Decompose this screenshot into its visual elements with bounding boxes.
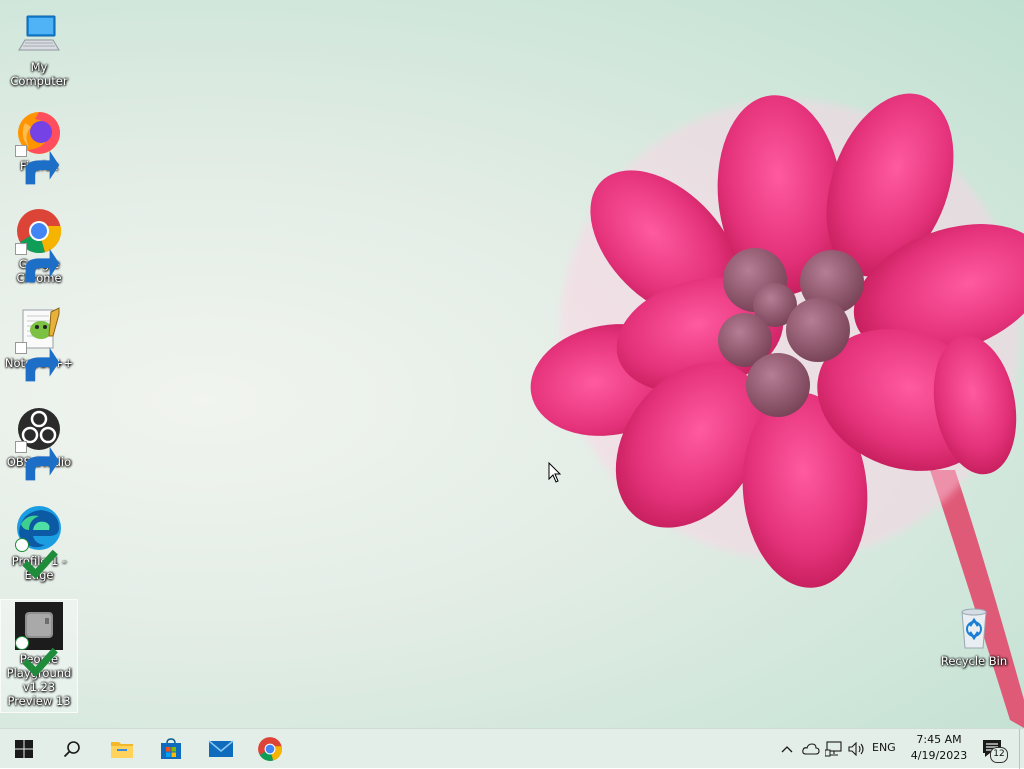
- shortcut-arrow-icon: [15, 145, 60, 185]
- shortcut-arrow-icon: [15, 243, 60, 283]
- notepad-plus-plus-icon: [15, 306, 63, 382]
- input-language-indicator[interactable]: ENG: [872, 741, 896, 754]
- show-desktop-button[interactable]: [1019, 729, 1024, 769]
- desktop-icon-notepad-plus-plus[interactable]: Notepad++: [1, 304, 77, 382]
- wallpaper-flower: [530, 93, 1024, 728]
- search-icon: [63, 741, 80, 758]
- taskbar-file-explorer[interactable]: [99, 729, 145, 769]
- taskbar-microsoft-store[interactable]: [148, 729, 194, 769]
- volume-icon: [848, 742, 864, 756]
- desktop[interactable]: My Computer Firefox: [0, 0, 1024, 728]
- recycle-bin-icon: [950, 604, 998, 652]
- show-hidden-icons-button[interactable]: [777, 739, 797, 759]
- desktop-icon-people-playground[interactable]: People Playground v1.23 Preview 13: [0, 599, 78, 713]
- my-computer-icon: [15, 10, 63, 58]
- chevron-up-icon: [781, 746, 793, 753]
- clock-date: 4/19/2023: [910, 749, 968, 762]
- onedrive-icon: [802, 743, 820, 755]
- desktop-icon-profile-1-edge[interactable]: Profile 1 - Edge: [1, 502, 77, 582]
- shortcut-arrow-icon: [15, 342, 60, 382]
- firefox-icon: [15, 109, 63, 185]
- desktop-icon-recycle-bin[interactable]: Recycle Bin: [936, 602, 1012, 668]
- volume-tray[interactable]: [847, 739, 867, 759]
- network-icon: [825, 741, 842, 757]
- taskbar-mail[interactable]: [198, 729, 244, 769]
- shortcut-arrow-icon: [15, 441, 60, 481]
- people-playground-icon: [15, 602, 63, 677]
- start-button[interactable]: [1, 729, 47, 769]
- chrome-icon: [258, 737, 283, 761]
- edge-icon: [15, 504, 63, 579]
- chrome-icon: [15, 207, 63, 283]
- obs-studio-icon: [15, 405, 63, 481]
- desktop-icon-obs-studio[interactable]: OBS Studio: [1, 403, 77, 481]
- desktop-icon-label: Recycle Bin: [940, 654, 1008, 668]
- taskbar-chrome[interactable]: [247, 729, 293, 769]
- clock-time: 7:45 AM: [916, 733, 962, 746]
- network-tray[interactable]: [824, 739, 844, 759]
- notification-count-badge: 12: [990, 747, 1008, 763]
- mouse-cursor-icon: [548, 462, 562, 483]
- clock[interactable]: 7:45 AM 4/19/2023: [906, 732, 972, 764]
- start-icon: [15, 740, 33, 758]
- desktop-icon-my-computer[interactable]: My Computer: [1, 8, 77, 88]
- onedrive-tray[interactable]: [801, 739, 821, 759]
- sync-check-icon: [15, 636, 58, 677]
- sync-check-icon: [15, 538, 58, 579]
- desktop-icon-firefox[interactable]: Firefox: [1, 107, 77, 185]
- taskbar: ENG 7:45 AM 4/19/2023 12: [0, 728, 1024, 769]
- search-button[interactable]: [49, 729, 95, 769]
- desktop-icon-label: My Computer: [10, 60, 68, 88]
- microsoft-store-icon: [161, 738, 181, 759]
- file-explorer-icon: [111, 742, 133, 758]
- desktop-icon-google-chrome[interactable]: Google Chrome: [1, 205, 77, 285]
- mail-icon: [208, 740, 234, 757]
